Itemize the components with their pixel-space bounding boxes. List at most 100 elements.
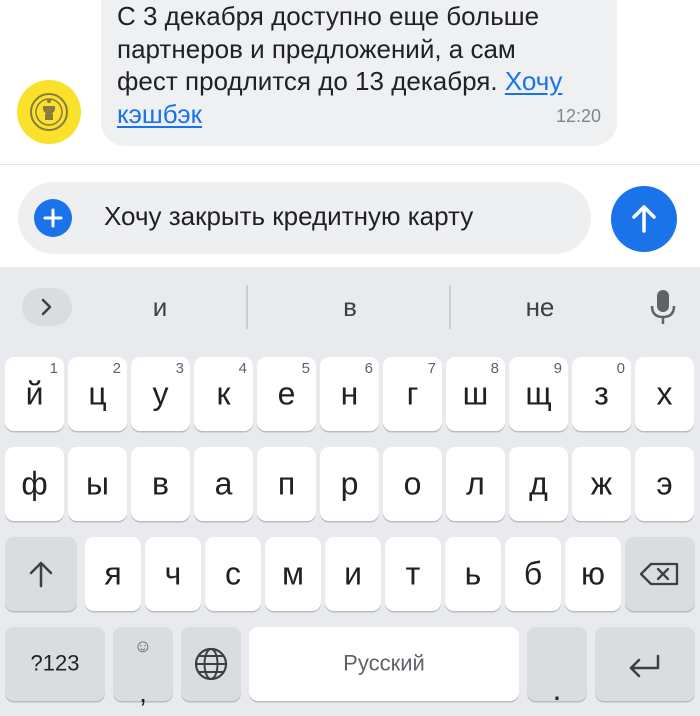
key-label: в (152, 465, 169, 502)
cashback-link[interactable]: Хочу (505, 66, 562, 96)
key-ж[interactable]: ж (572, 447, 631, 521)
key-х[interactable]: х (635, 357, 694, 431)
key-label: й (25, 375, 44, 412)
key-label: к (216, 375, 231, 412)
plus-icon (43, 208, 63, 228)
key-label: т (405, 555, 421, 592)
key-л[interactable]: л (446, 447, 505, 521)
key-label: б (523, 555, 543, 592)
key-ю[interactable]: ю (565, 537, 621, 611)
key-г[interactable]: г7 (383, 357, 442, 431)
key-hint: 6 (364, 360, 373, 377)
key-label: ц (88, 375, 107, 412)
key-label: Русский (343, 650, 425, 676)
key-п[interactable]: п (257, 447, 316, 521)
keyboard: и в не й1 ц2 у3 к4 е5 н6 г7 ш8 щ9 з0 х ф… (0, 267, 700, 716)
key-hint: 8 (490, 360, 499, 377)
key-е[interactable]: е5 (257, 357, 316, 431)
key-щ[interactable]: щ9 (509, 357, 568, 431)
message-line: кэшбэк (117, 98, 617, 131)
key-к[interactable]: к4 (194, 357, 253, 431)
key-н[interactable]: н6 (320, 357, 379, 431)
message-line: партнеров и предложений, а сам (117, 33, 516, 64)
arrow-up-icon (632, 205, 656, 233)
key-label: н (340, 375, 359, 412)
key-ц[interactable]: ц2 (68, 357, 127, 431)
key-б[interactable]: б (505, 537, 561, 611)
key-о[interactable]: о (383, 447, 442, 521)
key-т[interactable]: т (385, 537, 441, 611)
key-ь[interactable]: ь (445, 537, 501, 611)
send-button[interactable] (611, 186, 677, 252)
key-label: д (529, 465, 548, 502)
suggestion-item[interactable]: не (455, 267, 625, 347)
key-label: . (552, 671, 562, 707)
suggestion-item[interactable]: и (80, 267, 240, 347)
key-м[interactable]: м (265, 537, 321, 611)
sender-avatar[interactable] (17, 80, 81, 144)
key-label: ю (581, 555, 605, 592)
key-label: и (344, 555, 362, 592)
suggestion-item[interactable]: в (252, 267, 448, 347)
key-label: с (225, 555, 241, 592)
comma-key[interactable]: ☺ , (113, 627, 173, 707)
key-ф[interactable]: ф (5, 447, 64, 521)
message-line: фест продлится до 13 декабря. Хочу (117, 65, 617, 98)
key-я[interactable]: я (85, 537, 141, 611)
key-label: ф (21, 465, 48, 502)
key-с[interactable]: с (205, 537, 261, 611)
message-bubble: С 3 декабря доступно еще больше партнеро… (101, 0, 617, 146)
key-э[interactable]: э (635, 447, 694, 521)
key-hint: 5 (301, 360, 310, 377)
space-key[interactable]: Русский (249, 627, 519, 701)
compose-input[interactable]: Хочу закрыть кредитную карту (104, 201, 473, 232)
period-key[interactable]: . (527, 627, 587, 705)
key-hint: 3 (175, 360, 184, 377)
backspace-icon (639, 562, 679, 586)
suggestion-separator (449, 285, 451, 329)
key-й[interactable]: й1 (5, 357, 64, 431)
key-и[interactable]: и (325, 537, 381, 611)
key-hint: 9 (553, 360, 562, 377)
shift-key[interactable] (5, 537, 77, 611)
key-label: ь (464, 555, 482, 592)
key-hint: 2 (112, 360, 121, 377)
key-ш[interactable]: ш8 (446, 357, 505, 431)
key-д[interactable]: д (509, 447, 568, 521)
expand-toolbar-button[interactable] (22, 288, 72, 326)
enter-key[interactable] (595, 627, 695, 701)
key-label: у (152, 375, 169, 412)
key-label: я (104, 555, 122, 592)
key-label: , (139, 677, 147, 708)
voice-input-button[interactable] (645, 287, 681, 327)
emoji-hint-icon: ☺ (133, 636, 153, 656)
key-label: х (656, 375, 673, 412)
add-attachment-button[interactable] (34, 199, 72, 237)
key-label: п (277, 465, 296, 502)
message-text: С 3 декабря доступно еще больше партнеро… (117, 0, 617, 130)
key-в[interactable]: в (131, 447, 190, 521)
enter-arrow-icon (629, 654, 660, 678)
key-ы[interactable]: ы (68, 447, 127, 521)
key-label: м (282, 555, 304, 592)
language-key[interactable] (181, 627, 241, 701)
message-time: 12:20 (555, 106, 601, 126)
cashback-link[interactable]: кэшбэк (117, 99, 202, 129)
message-line-text: фест продлится до 13 декабря. (117, 66, 498, 96)
symbols-key[interactable]: ?123 (5, 627, 105, 701)
key-р[interactable]: р (320, 447, 379, 521)
bank-logo-icon (30, 93, 68, 131)
backspace-key[interactable] (625, 537, 695, 611)
key-label: ж (590, 465, 613, 502)
key-ч[interactable]: ч (145, 537, 201, 611)
key-label: ?123 (30, 650, 80, 676)
key-label: ч (164, 555, 182, 592)
key-з[interactable]: з0 (572, 357, 631, 431)
compose-field[interactable]: Хочу закрыть кредитную карту (18, 182, 591, 254)
key-а[interactable]: а (194, 447, 253, 521)
key-label: р (340, 465, 359, 502)
key-label: э (656, 465, 673, 502)
key-hint: 7 (427, 360, 436, 377)
globe-icon (194, 647, 228, 681)
key-у[interactable]: у3 (131, 357, 190, 431)
